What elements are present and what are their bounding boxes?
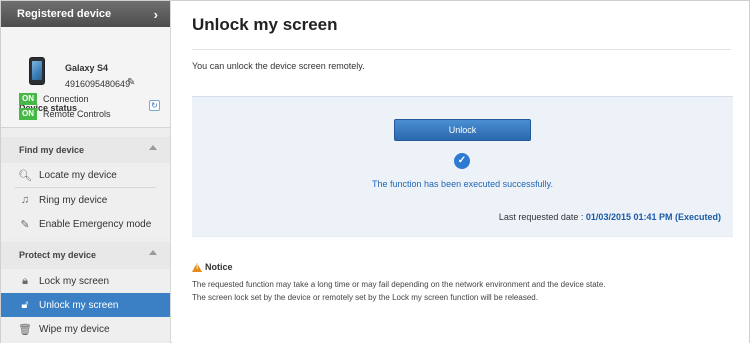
collapse-arrow-icon[interactable] — [149, 250, 157, 255]
unlock-icon: 🔓︎ — [21, 298, 29, 311]
refresh-icon[interactable]: ↻ — [149, 100, 160, 111]
unlock-button[interactable]: Unlock — [394, 119, 531, 141]
sidebar-item-label: Unlock my screen — [39, 299, 119, 311]
action-panel: Unlock ✓ The function has been executed … — [192, 96, 733, 237]
sidebar-item-label: Lock my screen — [39, 275, 110, 287]
section-find-my-device[interactable]: Find my device — [1, 137, 170, 165]
check-circle-icon: ✓ — [454, 153, 470, 169]
status-remote-controls: ON Remote Controls — [19, 108, 111, 120]
sidebar-item-lock-my-screen[interactable]: 🔒︎ Lock my screen — [1, 269, 170, 293]
sidebar: Registered device › Galaxy S4 4916095480… — [1, 1, 171, 343]
section-protect-my-device[interactable]: Protect my device — [1, 242, 170, 270]
registered-device-label: Registered device — [17, 8, 112, 20]
status-label: Remote Controls — [43, 109, 111, 119]
device-name: Galaxy S4 — [65, 63, 109, 73]
music-note-icon: ♫ — [20, 194, 30, 206]
notice-heading: Notice — [192, 262, 233, 272]
phone-image — [29, 57, 45, 85]
page-title: Unlock my screen — [192, 15, 338, 34]
section-title: Protect my device — [19, 250, 97, 260]
chevron-right-icon: › — [153, 6, 158, 22]
sidebar-item-enable-emergency-mode[interactable]: ✎ Enable Emergency mode — [1, 212, 170, 236]
sidebar-item-locate-my-device[interactable]: 🔍︎ Locate my device — [1, 163, 170, 187]
success-message: The function has been executed successfu… — [372, 179, 553, 189]
notice-title: Notice — [205, 262, 233, 272]
status-badge: ON — [19, 108, 37, 120]
sidebar-item-ring-my-device[interactable]: ♫ Ring my device — [1, 188, 170, 212]
sidebar-item-label: Locate my device — [39, 169, 117, 181]
notice-line: The screen lock set by the device or rem… — [192, 293, 538, 302]
last-requested-label: Last requested date : — [498, 212, 584, 222]
device-number: 4916095480649 — [65, 79, 131, 89]
registered-device-header[interactable]: Registered device › — [1, 1, 170, 27]
title-divider — [192, 49, 731, 50]
search-icon: 🔍︎ — [18, 169, 32, 182]
app-frame: Registered device › Galaxy S4 4916095480… — [0, 0, 750, 343]
sidebar-item-label: Enable Emergency mode — [39, 218, 152, 230]
main-content: Unlock my screen You can unlock the devi… — [172, 1, 749, 343]
collapse-arrow-icon[interactable] — [149, 145, 157, 150]
edit-pencil-icon[interactable]: ✎ — [127, 77, 135, 88]
lock-icon: 🔒︎ — [22, 274, 28, 287]
sidebar-item-label: Wipe my device — [39, 323, 110, 335]
last-requested-value: 01/03/2015 01:41 PM (Executed) — [585, 212, 721, 222]
sidebar-item-label: Ring my device — [39, 194, 108, 206]
trash-icon: 🗑︎ — [18, 323, 32, 336]
sidebar-item-unlock-my-screen[interactable]: 🔓︎ Unlock my screen — [1, 293, 170, 317]
intro-text: You can unlock the device screen remotel… — [192, 61, 365, 71]
wrench-icon: ✎ — [20, 218, 30, 231]
last-requested-date: Last requested date : 01/03/2015 01:41 P… — [499, 212, 721, 222]
status-badge: ON — [19, 93, 37, 105]
status-connection: ON Connection — [19, 93, 89, 105]
section-title: Find my device — [19, 145, 85, 155]
status-label: Connection — [43, 94, 89, 104]
notice-line: The requested function may take a long t… — [192, 280, 606, 289]
sidebar-item-wipe-my-device[interactable]: 🗑︎ Wipe my device — [1, 317, 170, 341]
warning-icon — [192, 262, 202, 272]
